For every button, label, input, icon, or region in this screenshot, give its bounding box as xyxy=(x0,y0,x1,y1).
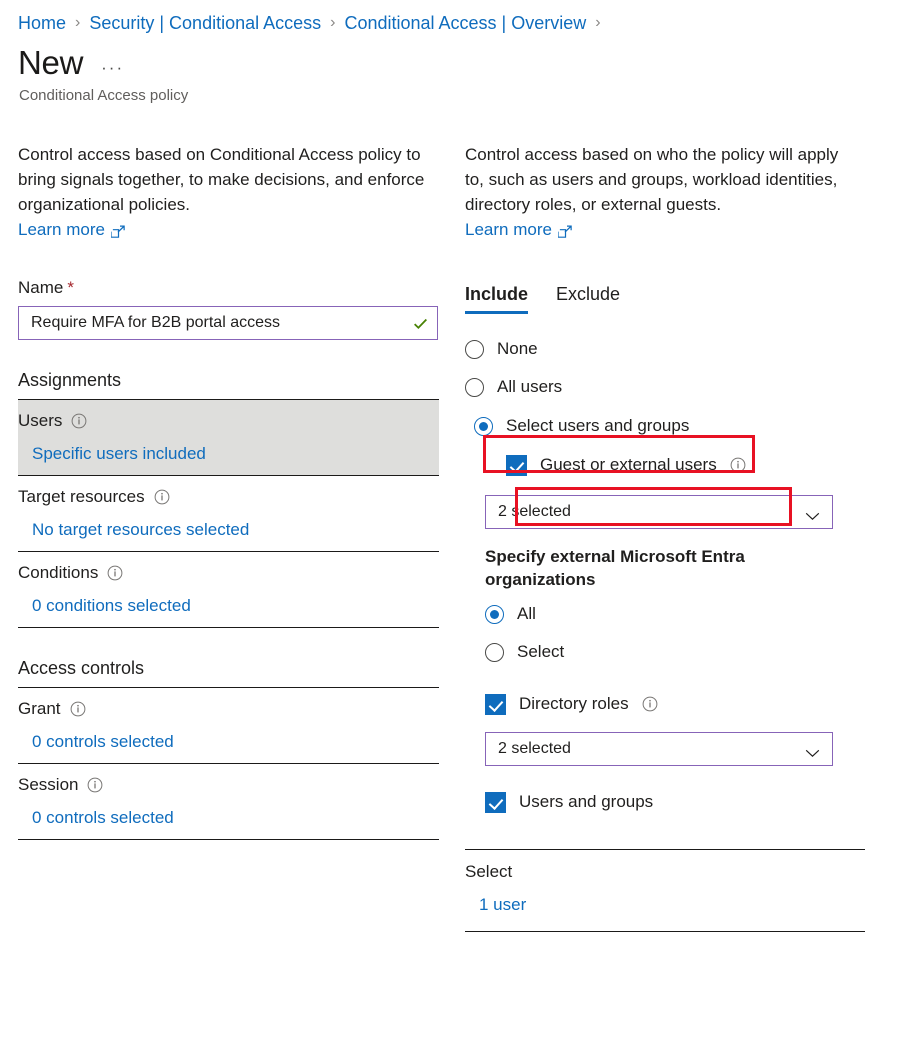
info-icon[interactable] xyxy=(107,565,123,581)
access-control-grant-label: Grant xyxy=(18,698,61,720)
checkbox-users-and-groups-label: Users and groups xyxy=(519,791,653,813)
name-input-container[interactable] xyxy=(18,306,438,340)
external-orgs-heading: Specify external Microsoft Entra organiz… xyxy=(485,545,805,591)
breadcrumb-item-home[interactable]: Home xyxy=(18,12,66,34)
info-icon[interactable] xyxy=(71,413,87,429)
info-icon[interactable] xyxy=(642,696,658,712)
assignment-target-resources-value[interactable]: No target resources selected xyxy=(32,520,249,540)
checkbox-directory-roles-label: Directory roles xyxy=(519,693,629,715)
valid-check-icon xyxy=(412,315,429,332)
name-field-label: Name * xyxy=(18,278,440,298)
page-header: New ··· xyxy=(0,34,904,82)
info-icon[interactable] xyxy=(70,701,86,717)
access-control-session-value[interactable]: 0 controls selected xyxy=(32,808,174,828)
checkbox-users-and-groups[interactable] xyxy=(485,792,506,813)
access-control-row-session[interactable]: Session 0 controls selected xyxy=(18,764,439,839)
breadcrumb-separator-icon: › xyxy=(75,12,80,34)
assignment-row-conditions[interactable]: Conditions 0 conditions selected xyxy=(18,552,439,627)
radio-select-users-and-groups[interactable] xyxy=(474,417,493,436)
checkbox-row-users-and-groups[interactable]: Users and groups xyxy=(485,791,860,813)
left-learn-more-link[interactable]: Learn more xyxy=(18,217,126,242)
left-learn-more-label: Learn more xyxy=(18,217,105,242)
page-title: New xyxy=(18,44,83,82)
assignment-conditions-title: Conditions xyxy=(18,562,439,584)
scope-option-all-users-label: All users xyxy=(497,376,562,398)
external-link-icon xyxy=(558,222,573,237)
assignment-conditions-value[interactable]: 0 conditions selected xyxy=(32,596,191,616)
chevron-down-icon xyxy=(805,508,820,517)
assignment-target-resources-label: Target resources xyxy=(18,486,145,508)
checkbox-guest-or-external-users[interactable] xyxy=(506,455,527,476)
radio-none[interactable] xyxy=(465,340,484,359)
assignment-users-label: Users xyxy=(18,410,62,432)
divider xyxy=(465,931,865,932)
radio-all-users[interactable] xyxy=(465,378,484,397)
guest-types-dropdown-value: 2 selected xyxy=(498,503,571,521)
info-icon[interactable] xyxy=(730,457,746,473)
name-label-text: Name xyxy=(18,278,63,298)
left-column: Control access based on Conditional Acce… xyxy=(0,142,440,932)
breadcrumb-separator-icon: › xyxy=(330,12,335,34)
required-indicator: * xyxy=(67,278,74,298)
assignment-users-value[interactable]: Specific users included xyxy=(32,444,206,464)
more-options-icon[interactable]: ··· xyxy=(101,62,124,74)
scope-option-none-label: None xyxy=(497,338,538,360)
assignment-row-users[interactable]: Users Specific users included xyxy=(18,400,439,475)
tab-exclude[interactable]: Exclude xyxy=(556,284,620,314)
external-orgs-option-all-label: All xyxy=(517,603,536,625)
checkbox-row-guest-or-external-users[interactable]: Guest or external users xyxy=(506,454,860,476)
directory-roles-dropdown-value: 2 selected xyxy=(498,740,571,758)
breadcrumb-separator-icon: › xyxy=(595,12,600,34)
external-orgs-option-select-label: Select xyxy=(517,641,564,663)
checkbox-row-directory-roles[interactable]: Directory roles xyxy=(485,693,860,715)
select-label: Select xyxy=(465,862,860,882)
external-link-icon xyxy=(111,222,126,237)
external-orgs-option-select[interactable]: Select xyxy=(485,641,860,663)
external-orgs-option-all[interactable]: All xyxy=(485,603,860,625)
chevron-down-icon xyxy=(805,745,820,754)
info-icon[interactable] xyxy=(154,489,170,505)
assignment-users-title: Users xyxy=(18,410,439,432)
scope-option-select-users-and-groups[interactable]: Select users and groups xyxy=(474,415,860,437)
checkbox-guest-or-external-users-label: Guest or external users xyxy=(540,454,717,476)
scope-option-all-users[interactable]: All users xyxy=(465,376,860,398)
checkbox-directory-roles[interactable] xyxy=(485,694,506,715)
access-control-session-label: Session xyxy=(18,774,78,796)
name-input[interactable] xyxy=(31,314,412,332)
assignment-row-target-resources[interactable]: Target resources No target resources sel… xyxy=(18,476,439,551)
right-intro: Control access based on who the policy w… xyxy=(465,142,860,242)
select-section: Select 1 user xyxy=(465,850,860,915)
assignment-conditions-label: Conditions xyxy=(18,562,98,584)
breadcrumb-item-conditional-access-overview[interactable]: Conditional Access | Overview xyxy=(344,12,586,34)
right-intro-text: Control access based on who the policy w… xyxy=(465,142,860,217)
right-column: Control access based on who the policy w… xyxy=(440,142,860,932)
assignments-heading: Assignments xyxy=(18,370,440,391)
select-value-link[interactable]: 1 user xyxy=(479,895,526,915)
access-controls-heading: Access controls xyxy=(18,658,440,679)
divider xyxy=(18,627,439,628)
page-subtitle: Conditional Access policy xyxy=(0,82,904,106)
tab-include[interactable]: Include xyxy=(465,284,528,314)
include-exclude-tabs: Include Exclude xyxy=(465,284,860,314)
radio-external-orgs-all[interactable] xyxy=(485,605,504,624)
breadcrumb: Home › Security | Conditional Access › C… xyxy=(0,0,904,34)
right-learn-more-link[interactable]: Learn more xyxy=(465,217,573,242)
left-intro: Control access based on Conditional Acce… xyxy=(18,142,440,242)
guest-types-dropdown[interactable]: 2 selected xyxy=(485,495,833,529)
breadcrumb-item-security-conditional-access[interactable]: Security | Conditional Access xyxy=(89,12,321,34)
directory-roles-dropdown[interactable]: 2 selected xyxy=(485,732,833,766)
access-control-session-title: Session xyxy=(18,774,439,796)
right-learn-more-label: Learn more xyxy=(465,217,552,242)
radio-external-orgs-select[interactable] xyxy=(485,643,504,662)
scope-option-select-users-and-groups-label: Select users and groups xyxy=(506,415,689,437)
assignment-target-resources-title: Target resources xyxy=(18,486,439,508)
divider xyxy=(18,839,439,840)
info-icon[interactable] xyxy=(87,777,103,793)
access-control-grant-title: Grant xyxy=(18,698,439,720)
left-intro-text: Control access based on Conditional Acce… xyxy=(18,142,440,217)
scope-option-none[interactable]: None xyxy=(465,338,860,360)
access-control-grant-value[interactable]: 0 controls selected xyxy=(32,732,174,752)
content-columns: Control access based on Conditional Acce… xyxy=(0,106,904,932)
access-control-row-grant[interactable]: Grant 0 controls selected xyxy=(18,688,439,763)
